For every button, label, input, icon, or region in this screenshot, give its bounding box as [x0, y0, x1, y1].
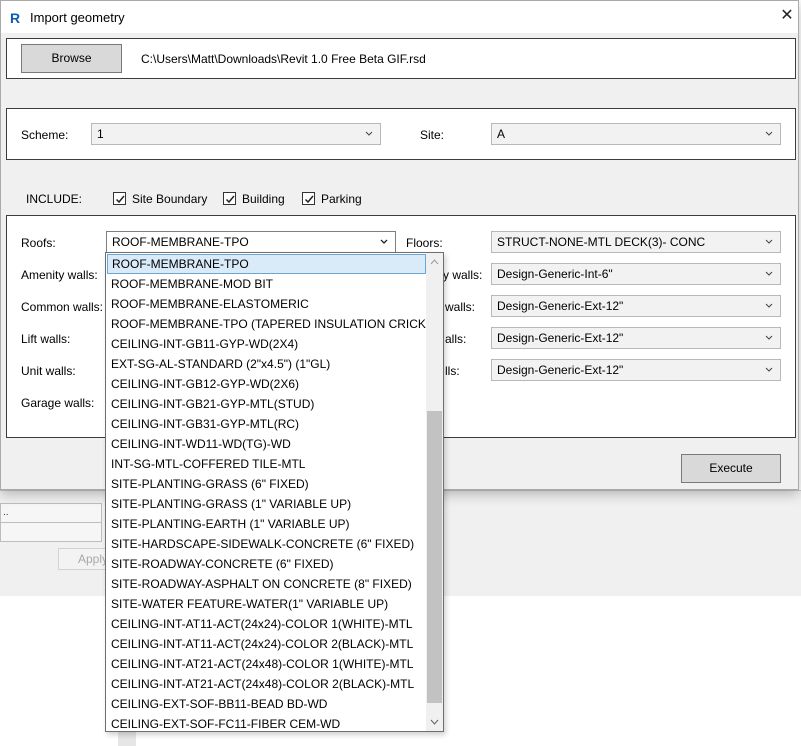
roofs-select[interactable]: ROOF-MEMBRANE-TPO [106, 231, 396, 253]
checkmark-icon [304, 195, 314, 204]
dropdown-option[interactable]: SITE-HARDSCAPE-SIDEWALK-CONCRETE (6" FIX… [107, 534, 427, 554]
site-select[interactable]: A [491, 123, 781, 145]
common-walls-label: Common walls: [21, 300, 104, 314]
dropdown-option[interactable]: CEILING-EXT-SOF-BB11-BEAD BD-WD [107, 694, 427, 714]
lift-walls-select[interactable]: Design-Generic-Ext-12" [491, 327, 781, 349]
roofs-label: Roofs: [21, 236, 56, 250]
dropdown-option[interactable]: ROOF-MEMBRANE-ELASTOMERIC [107, 294, 427, 314]
scroll-up-icon[interactable] [426, 254, 443, 270]
dropdown-option[interactable]: INT-SG-MTL-COFFERED TILE-MTL [107, 454, 427, 474]
background-field-2 [0, 522, 102, 542]
browse-button[interactable]: Browse [21, 44, 122, 73]
parking-checkbox[interactable] [302, 192, 315, 205]
dropdown-option[interactable]: CEILING-EXT-SOF-FC11-FIBER CEM-WD [107, 714, 427, 731]
chevron-down-icon [365, 131, 373, 136]
site-label: Site: [420, 128, 445, 142]
site-value: A [497, 127, 506, 141]
title-bar: R Import geometry ✕ [1, 1, 798, 33]
dropdown-option[interactable]: CEILING-INT-AT11-ACT(24x24)-COLOR 1(WHIT… [107, 614, 427, 634]
common-walls-right-label: walls: [445, 300, 476, 314]
scroll-down-icon[interactable] [426, 714, 443, 730]
building-label: Building [242, 192, 285, 206]
chevron-down-icon [380, 239, 388, 244]
dropdown-option[interactable]: ROOF-MEMBRANE-TPO (TAPERED INSULATION CR… [107, 314, 443, 334]
chevron-down-icon [765, 367, 773, 372]
dropdown-option[interactable]: CEILING-INT-GB12-GYP-WD(2X6) [107, 374, 427, 394]
scheme-value: 1 [97, 127, 104, 141]
unit-walls-value: Design-Generic-Ext-12" [497, 363, 624, 377]
dropdown-option[interactable]: ROOF-MEMBRANE-MOD BIT [107, 274, 427, 294]
dropdown-option[interactable]: CEILING-INT-AT11-ACT(24x24)-COLOR 2(BLAC… [107, 634, 427, 654]
dropdown-option[interactable]: CEILING-INT-GB21-GYP-MTL(STUD) [107, 394, 427, 414]
unit-walls-right-label: lls: [445, 364, 460, 378]
dropdown-option[interactable]: CEILING-INT-GB11-GYP-WD(2X4) [107, 334, 427, 354]
common-walls-select[interactable]: Design-Generic-Ext-12" [491, 295, 781, 317]
roofs-dropdown-list[interactable]: ROOF-MEMBRANE-TPO ROOF-MEMBRANE-MOD BIT RO… [105, 252, 444, 732]
chevron-down-icon [765, 335, 773, 340]
floors-value: STRUCT-NONE-MTL DECK(3)- CONC [497, 235, 706, 249]
lift-walls-value: Design-Generic-Ext-12" [497, 331, 624, 345]
chevron-down-icon [765, 271, 773, 276]
dropdown-option[interactable]: CEILING-INT-AT21-ACT(24x48)-COLOR 2(BLAC… [107, 674, 427, 694]
scrollbar-thumb[interactable] [427, 411, 442, 703]
dropdown-option[interactable]: SITE-PLANTING-GRASS (1" VARIABLE UP) [107, 494, 427, 514]
include-label: INCLUDE: [26, 192, 83, 206]
site-boundary-label: Site Boundary [132, 192, 208, 206]
dropdown-option[interactable]: SITE-PLANTING-EARTH (1" VARIABLE UP) [107, 514, 427, 534]
unit-walls-label: Unit walls: [21, 364, 76, 378]
chevron-down-icon [765, 131, 773, 136]
dropdown-option[interactable]: CEILING-INT-WD11-WD(TG)-WD [107, 434, 427, 454]
chevron-down-icon [765, 303, 773, 308]
amenity-walls-label: Amenity walls: [21, 268, 98, 282]
amenity-walls-select[interactable]: Design-Generic-Int-6" [491, 263, 781, 285]
amenity-walls-right-label: y walls: [443, 268, 483, 282]
close-icon[interactable]: ✕ [779, 6, 795, 26]
dropdown-option[interactable]: CEILING-INT-GB31-GYP-MTL(RC) [107, 414, 427, 434]
dropdown-option[interactable]: ROOF-MEMBRANE-TPO [107, 254, 426, 274]
site-boundary-checkbox[interactable] [113, 192, 126, 205]
scheme-select[interactable]: 1 [91, 123, 381, 145]
lift-walls-right-label: alls: [445, 332, 467, 346]
garage-walls-label: Garage walls: [21, 396, 95, 410]
building-checkbox[interactable] [223, 192, 236, 205]
dropdown-option[interactable]: SITE-PLANTING-GRASS (6" FIXED) [107, 474, 427, 494]
dropdown-option[interactable]: CEILING-INT-AT21-ACT(24x48)-COLOR 1(WHIT… [107, 654, 427, 674]
floors-label: Floors: [406, 236, 443, 250]
checkmark-icon [225, 195, 235, 204]
dropdown-option[interactable]: SITE-ROADWAY-ASPHALT ON CONCRETE (8" FIX… [107, 574, 427, 594]
revit-logo-icon: R [9, 10, 23, 25]
common-walls-value: Design-Generic-Ext-12" [497, 299, 624, 313]
amenity-walls-value: Design-Generic-Int-6" [497, 267, 613, 281]
dialog-title: Import geometry [30, 10, 125, 25]
background-field: .. [0, 503, 102, 523]
dropdown-scrollbar[interactable] [426, 253, 443, 731]
scheme-label: Scheme: [21, 128, 69, 142]
dropdown-option[interactable]: SITE-ROADWAY-CONCRETE (6" FIXED) [107, 554, 427, 574]
checkmark-icon [115, 195, 125, 204]
parking-label: Parking [321, 192, 362, 206]
svg-text:R: R [10, 10, 20, 25]
dropdown-option[interactable]: SITE-WATER FEATURE-WATER(1" VARIABLE UP) [107, 594, 427, 614]
chevron-down-icon [765, 239, 773, 244]
file-path: C:\Users\Matt\Downloads\Revit 1.0 Free B… [141, 52, 426, 66]
dropdown-option[interactable]: EXT-SG-AL-STANDARD (2"x4.5") (1"GL) [107, 354, 427, 374]
execute-button[interactable]: Execute [681, 454, 781, 483]
roofs-value: ROOF-MEMBRANE-TPO [112, 235, 249, 249]
lift-walls-label: Lift walls: [21, 332, 71, 346]
unit-walls-select[interactable]: Design-Generic-Ext-12" [491, 359, 781, 381]
floors-select[interactable]: STRUCT-NONE-MTL DECK(3)- CONC [491, 231, 781, 253]
